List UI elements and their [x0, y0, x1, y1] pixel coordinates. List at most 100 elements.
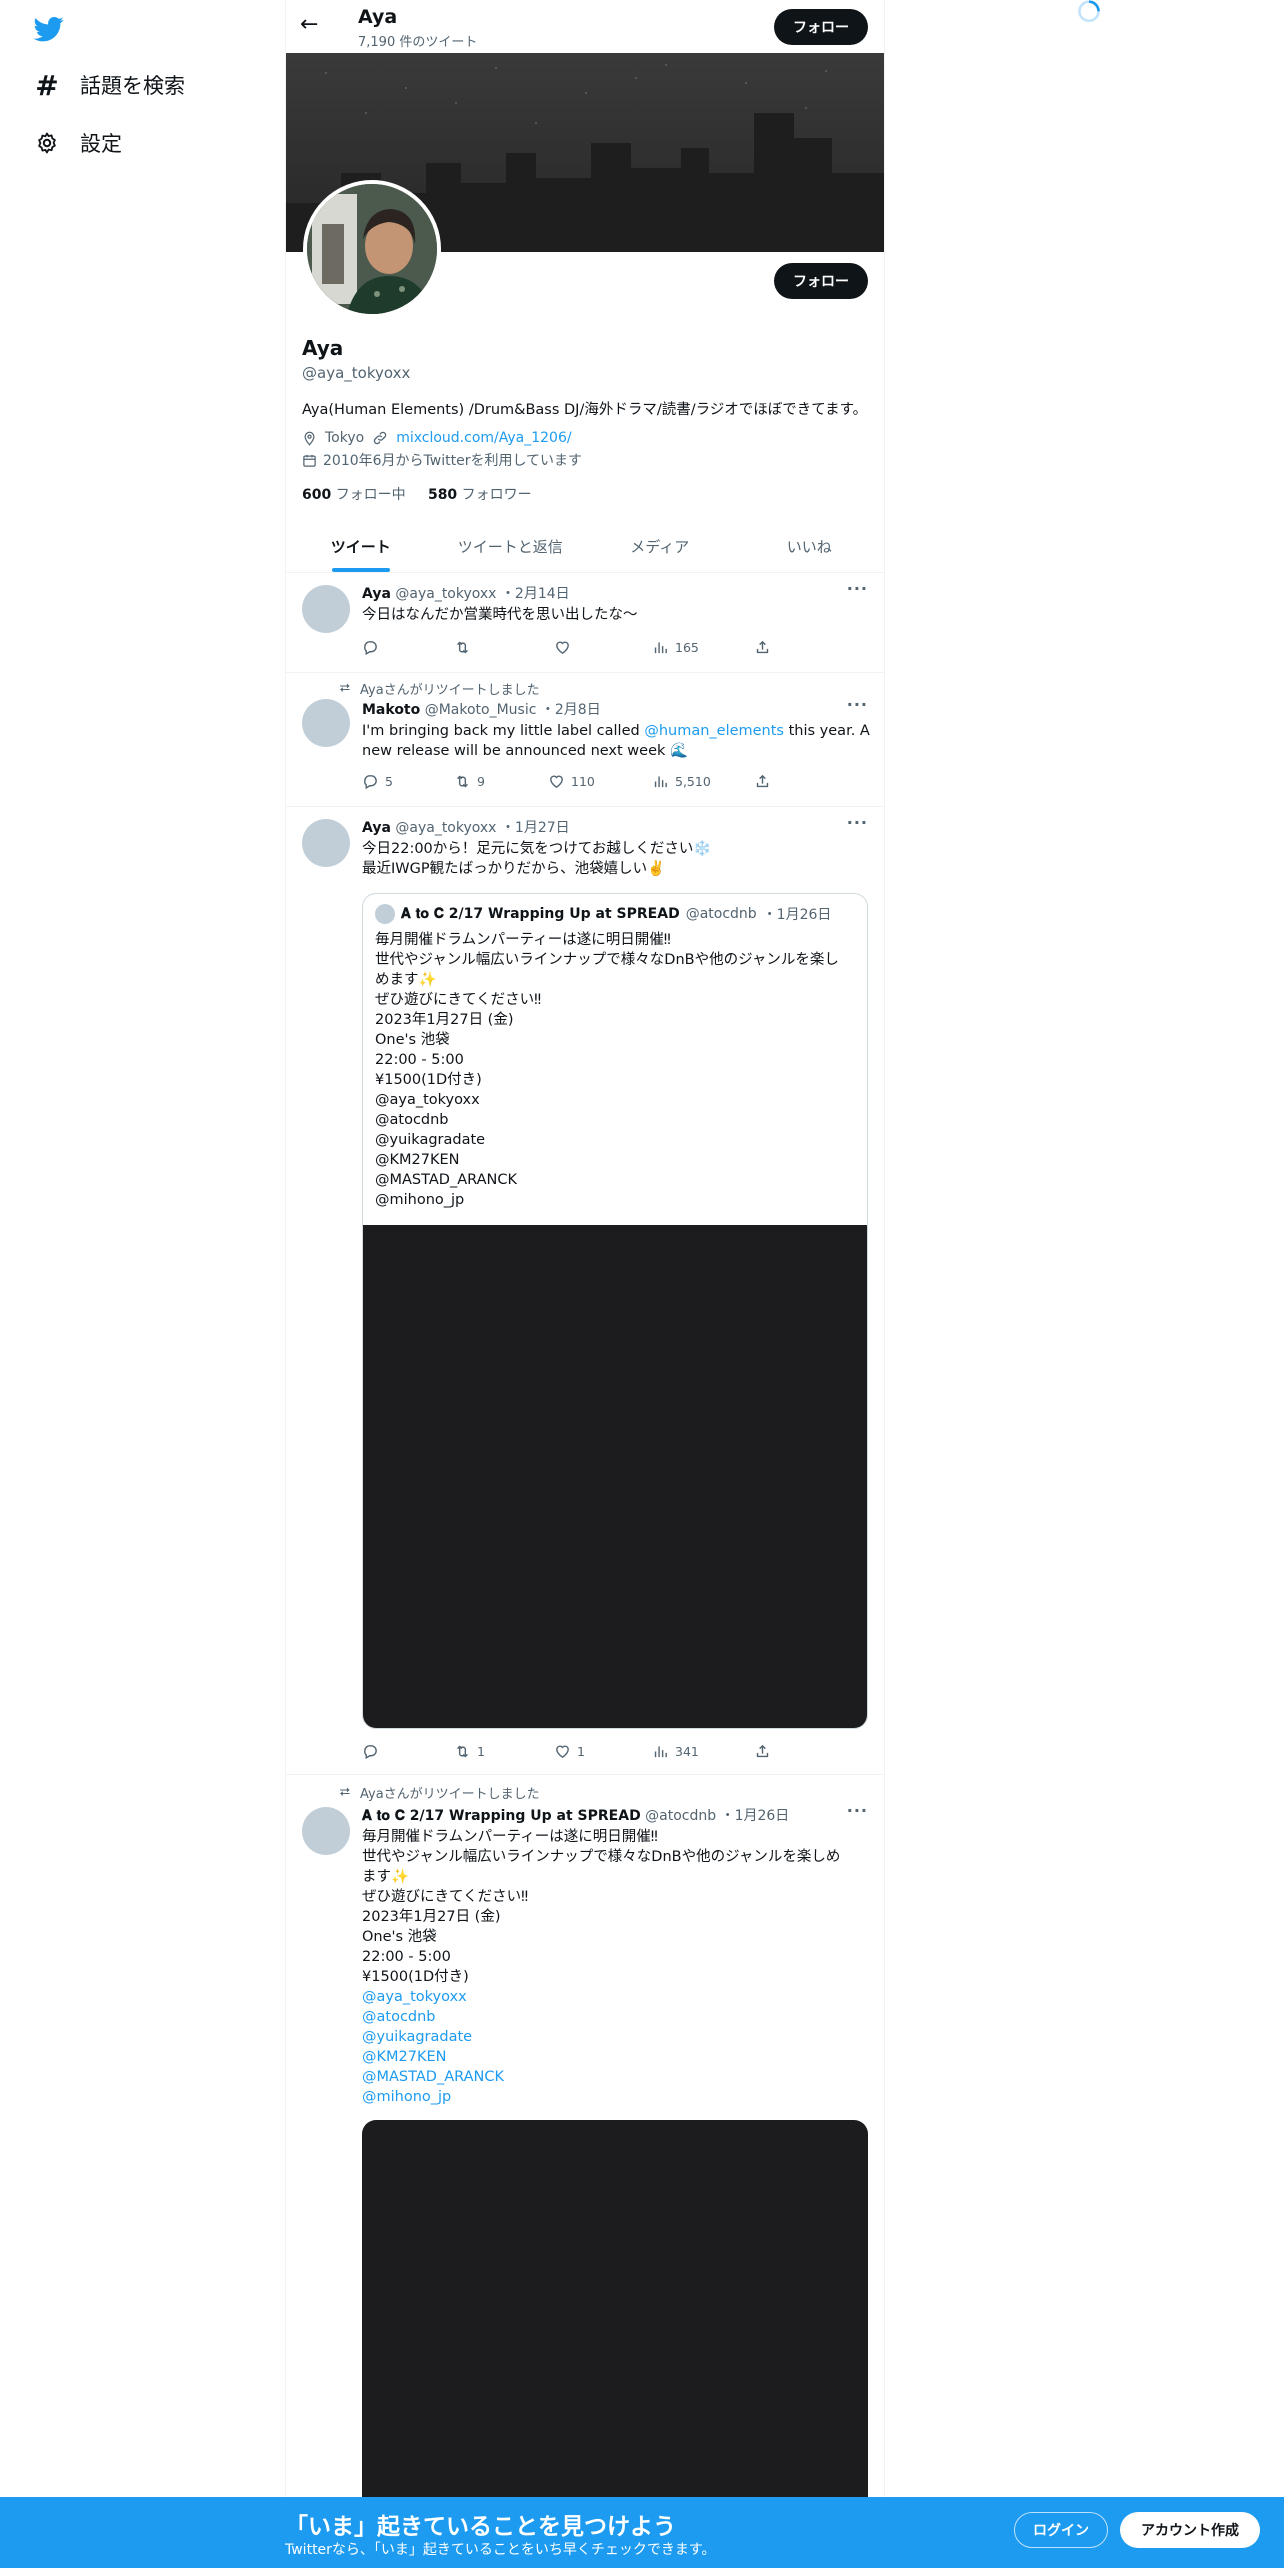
retweet-button[interactable]: [454, 639, 477, 656]
share-button[interactable]: [754, 1743, 771, 1760]
tweet-header: Aya @aya_tokyoxx ・1月27日: [362, 817, 570, 837]
profile-header-bar: ← Aya 7,190 件のツイート フォロー: [286, 0, 884, 53]
link-icon: [373, 431, 387, 445]
more-options-icon[interactable]: ···: [847, 1801, 868, 1820]
nav-settings[interactable]: 設定: [34, 128, 122, 158]
mention-link[interactable]: @mihono_jp: [362, 2087, 872, 2107]
tweet[interactable]: Aya @aya_tokyoxx ・1月27日 ··· 今日22:00から！足元…: [286, 807, 884, 1775]
retweet-context-text[interactable]: Ayaさんがリツイートしました: [360, 679, 540, 698]
tweet-author-handle[interactable]: @Makoto_Music: [425, 702, 537, 718]
like-button[interactable]: [554, 639, 577, 656]
tab-tweets[interactable]: ツイート: [286, 520, 436, 572]
heart-icon: [550, 775, 563, 789]
mention-link[interactable]: @human_elements: [644, 723, 784, 739]
retweet-icon: [457, 1745, 468, 1758]
profile-meta-row: Tokyo mixcloud.com/Aya_1206/: [302, 430, 572, 446]
following-link[interactable]: 600 フォロー中: [302, 487, 406, 503]
like-button[interactable]: 1: [554, 1743, 585, 1760]
tweet-date[interactable]: ・1月27日: [501, 820, 570, 836]
avatar[interactable]: [302, 585, 350, 633]
tweet-text-line: 最近IWGP観たばっかりだから、池袋嬉しい✌️: [362, 861, 666, 877]
twitter-logo-icon[interactable]: [32, 14, 66, 44]
location-pin-icon: [304, 431, 315, 446]
reply-button[interactable]: 5: [362, 773, 393, 790]
tweet[interactable]: ⮂ Ayaさんがリツイートしました 𝐀 𝐭𝐨 𝐂 2/17 Wrapping U…: [286, 1775, 884, 2497]
views-button[interactable]: 341: [652, 1743, 699, 1760]
quoted-date: ・1月26日: [762, 907, 832, 923]
more-options-icon[interactable]: ···: [847, 579, 868, 598]
profile-avatar[interactable]: [303, 180, 441, 318]
reply-icon: [364, 1745, 377, 1760]
follow-button-top[interactable]: フォロー: [774, 9, 868, 45]
tweet-date[interactable]: ・2月8日: [541, 702, 601, 718]
tab-media[interactable]: メディア: [585, 520, 735, 572]
tweet-author-handle[interactable]: @aya_tokyoxx: [395, 820, 496, 836]
share-button[interactable]: [754, 773, 771, 790]
tweet-author-name[interactable]: Aya: [362, 586, 391, 602]
mention-link[interactable]: @MASTAD_ARANCK: [362, 2067, 872, 2087]
tweet-text-line: 今日22:00から！足元に気をつけてお越しください❄️: [362, 841, 712, 857]
nav-explore[interactable]: # 話題を検索: [34, 69, 185, 102]
tweet-actions: 165: [362, 639, 802, 659]
retweet-button[interactable]: 9: [454, 773, 485, 790]
views-button[interactable]: 5,510: [652, 773, 711, 790]
tweet-text: 毎月開催ドラムンパーティーは遂に明日開催‼ 世代やジャンル幅広いラインナップで様…: [362, 1827, 872, 2107]
profile-tabs: ツイート ツイートと返信 メディア いいね: [286, 520, 884, 573]
views-button[interactable]: 165: [652, 639, 699, 656]
mention-link[interactable]: @atocdnb: [362, 2007, 872, 2027]
tweet-text-line: ぜひ遊びにきてください‼: [362, 1889, 529, 1905]
tweet[interactable]: ⮂ Ayaさんがリツイートしました Makoto @Makoto_Music ・…: [286, 673, 884, 807]
calendar-icon: [303, 454, 316, 467]
tab-tweets-and-replies[interactable]: ツイートと返信: [436, 520, 586, 572]
like-button[interactable]: 110: [548, 773, 595, 790]
avatar[interactable]: [302, 699, 350, 747]
avatar[interactable]: [302, 819, 350, 867]
tweet-author-handle[interactable]: @aya_tokyoxx: [395, 586, 496, 602]
tweet-header: 𝐀 𝐭𝐨 𝐂 2/17 Wrapping Up at SPREAD @atocd…: [362, 1805, 789, 1825]
profile-website-link[interactable]: mixcloud.com/Aya_1206/: [396, 430, 571, 446]
more-options-icon[interactable]: ···: [847, 813, 868, 832]
share-button[interactable]: [754, 639, 771, 656]
reply-button[interactable]: [362, 639, 385, 656]
retweet-count: 9: [477, 774, 485, 789]
mention-link[interactable]: @aya_tokyoxx: [362, 1987, 872, 2007]
retweet-context-text[interactable]: Ayaさんがリツイートしました: [360, 1783, 540, 1802]
more-options-icon[interactable]: ···: [847, 695, 868, 714]
signup-button[interactable]: アカウント作成: [1120, 2512, 1260, 2548]
quoted-media[interactable]: [363, 1225, 867, 1728]
tweet-author-name[interactable]: Aya: [362, 820, 391, 836]
tweet-text-line: ¥1500(1D付き): [362, 1969, 469, 1985]
profile-handle: @aya_tokyoxx: [302, 364, 411, 382]
tweet-author-name[interactable]: 𝐀 𝐭𝐨 𝐂 2/17 Wrapping Up at SPREAD: [362, 1808, 641, 1824]
mention-link[interactable]: @yuikagradate: [362, 2027, 872, 2047]
tweet-author-name[interactable]: Makoto: [362, 702, 420, 718]
tweet-text: 今日22:00から！足元に気をつけてお越しください❄️ 最近IWGP観たばっかり…: [362, 839, 872, 879]
tweet-author-handle[interactable]: @atocdnb: [645, 1808, 716, 1824]
follow-button[interactable]: フォロー: [774, 263, 868, 299]
tweet-date[interactable]: ・1月26日: [721, 1808, 790, 1824]
quoted-tweet[interactable]: 𝐀 𝐭𝐨 𝐂 2/17 Wrapping Up at SPREAD @atocd…: [362, 893, 868, 1729]
retweet-button[interactable]: 1: [454, 1743, 485, 1760]
view-count: 341: [675, 1744, 699, 1759]
quoted-line: 世代やジャンル幅広いラインナップで様々なDnBや他のジャンルを楽し: [375, 952, 839, 968]
reply-button[interactable]: [362, 1743, 385, 1760]
view-count: 165: [675, 640, 699, 655]
tweet-media[interactable]: [362, 2120, 868, 2497]
main-column: ← Aya 7,190 件のツイート フォロー フォロー Aya @aya_to…: [285, 0, 885, 2568]
profile-bio: Aya(Human Elements) /Drum&Bass DJ/海外ドラマ/…: [302, 402, 868, 418]
tweet-date[interactable]: ・2月14日: [501, 586, 570, 602]
tab-likes[interactable]: いいね: [735, 520, 885, 572]
quoted-line: One's 池袋: [375, 1032, 450, 1048]
mention-link[interactable]: @KM27KEN: [362, 2047, 872, 2067]
followers-link[interactable]: 580 フォロワー: [428, 487, 532, 503]
back-arrow-icon[interactable]: ←: [300, 12, 318, 37]
tweet-header: Makoto @Makoto_Music ・2月8日: [362, 699, 601, 719]
login-button[interactable]: ログイン: [1014, 2512, 1108, 2548]
avatar[interactable]: [302, 1807, 350, 1855]
tweet-text: I'm bringing back my little label called…: [362, 721, 872, 761]
tweet-text-part: I'm bringing back my little label called: [362, 723, 645, 739]
quoted-author-name: 𝐀 𝐭𝐨 𝐂 2/17 Wrapping Up at SPREAD: [401, 906, 680, 922]
tweet[interactable]: Aya @aya_tokyoxx ・2月14日 ··· 今日はなんだか営業時代を…: [286, 573, 884, 673]
profile-location: Tokyo: [325, 430, 365, 446]
bottom-signup-bar: 「いま」起きていることを見つけよう Twitterなら、「いま」起きていることを…: [0, 2497, 1284, 2568]
